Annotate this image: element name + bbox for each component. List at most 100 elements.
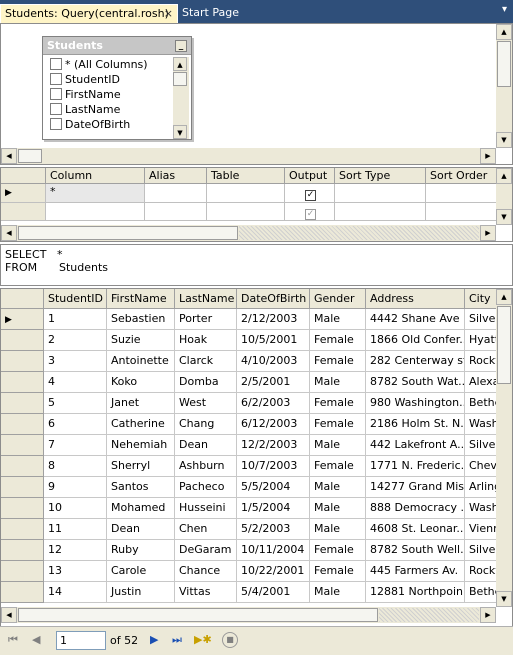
results-cell-address[interactable]: 8782 South Wat... xyxy=(366,372,465,393)
results-cell-address[interactable]: 445 Farmers Av. xyxy=(366,561,465,582)
results-cell-studentid[interactable]: 12 xyxy=(44,540,107,561)
results-cell-lastname[interactable]: Husseini xyxy=(175,498,237,519)
results-cell-lastname[interactable]: Hoak xyxy=(175,330,237,351)
results-cell-firstname[interactable]: Suzie xyxy=(107,330,175,351)
results-cell-firstname[interactable]: Janet xyxy=(107,393,175,414)
results-cell-address[interactable]: 442 Lakefront A... xyxy=(366,435,465,456)
checkbox-icon[interactable] xyxy=(50,88,62,100)
results-header-gender[interactable]: Gender xyxy=(310,289,366,309)
current-page-input[interactable]: 1 xyxy=(56,631,106,650)
results-cell-address[interactable]: 8782 South Well... xyxy=(366,540,465,561)
tab-start-page[interactable]: Start Page xyxy=(182,4,239,23)
row-selector[interactable] xyxy=(1,561,44,582)
results-cell-lastname[interactable]: Pacheco xyxy=(175,477,237,498)
results-cell-studentid[interactable]: 8 xyxy=(44,456,107,477)
results-cell-lastname[interactable]: Ashburn xyxy=(175,456,237,477)
criteria-hscroll[interactable]: ◀ ▶ xyxy=(1,225,496,241)
scroll-track[interactable] xyxy=(379,608,479,622)
results-cell-gender[interactable]: Male xyxy=(310,477,366,498)
scroll-track[interactable] xyxy=(239,226,479,240)
criteria-pane[interactable]: Column Alias Table Output Sort Type Sort… xyxy=(0,167,513,242)
row-selector[interactable] xyxy=(1,372,44,393)
scroll-thumb[interactable] xyxy=(173,72,187,86)
results-cell-lastname[interactable]: Chang xyxy=(175,414,237,435)
diagram-pane[interactable]: Students _ * (All Columns) StudentID Fir… xyxy=(0,23,513,165)
criteria-cell-sort-type[interactable] xyxy=(335,184,426,203)
checkbox-icon[interactable] xyxy=(50,103,62,115)
row-selector[interactable] xyxy=(1,582,44,603)
tab-list-dropdown-icon[interactable]: ▾ xyxy=(502,4,507,15)
stop-icon[interactable]: ■ xyxy=(222,632,238,648)
row-selector[interactable] xyxy=(1,393,44,414)
results-cell-dateofbirth[interactable]: 5/2/2003 xyxy=(237,519,310,540)
results-cell-dateofbirth[interactable]: 6/2/2003 xyxy=(237,393,310,414)
results-cell-dateofbirth[interactable]: 10/11/2004 xyxy=(237,540,310,561)
results-cell-firstname[interactable]: Justin xyxy=(107,582,175,603)
scroll-right-icon[interactable]: ▶ xyxy=(480,607,496,623)
results-cell-address[interactable]: 1771 N. Frederic... xyxy=(366,456,465,477)
results-header-address[interactable]: Address xyxy=(366,289,465,309)
row-selector[interactable] xyxy=(1,330,44,351)
results-cell-gender[interactable]: Female xyxy=(310,414,366,435)
results-cell-studentid[interactable]: 10 xyxy=(44,498,107,519)
criteria-cell-sort-type[interactable] xyxy=(335,203,426,221)
new-record-icon[interactable]: ▶✱ xyxy=(194,633,212,646)
close-icon[interactable]: × xyxy=(164,5,173,23)
criteria-cell-sort-order[interactable] xyxy=(426,203,498,221)
results-cell-address[interactable]: 1866 Old Confer... xyxy=(366,330,465,351)
results-cell-gender[interactable]: Female xyxy=(310,540,366,561)
results-cell-gender[interactable]: Male xyxy=(310,372,366,393)
results-cell-firstname[interactable]: Mohamed xyxy=(107,498,175,519)
results-cell-lastname[interactable]: Chen xyxy=(175,519,237,540)
criteria-cell-output[interactable]: ✓ xyxy=(285,203,335,221)
criteria-header-alias[interactable]: Alias xyxy=(145,168,207,184)
results-cell-firstname[interactable]: Carole xyxy=(107,561,175,582)
results-cell-studentid[interactable]: 2 xyxy=(44,330,107,351)
tab-students-query[interactable]: Students: Query(central.rosh) × xyxy=(0,4,178,23)
scroll-up-icon[interactable]: ▲ xyxy=(496,289,512,305)
results-cell-gender[interactable]: Male xyxy=(310,435,366,456)
row-selector[interactable] xyxy=(1,203,46,221)
scroll-thumb[interactable] xyxy=(18,608,378,622)
results-header-lastname[interactable]: LastName xyxy=(175,289,237,309)
row-selector[interactable] xyxy=(1,540,44,561)
results-cell-firstname[interactable]: Santos xyxy=(107,477,175,498)
results-pane[interactable]: StudentID FirstName LastName DateOfBirth Gen… xyxy=(0,288,513,655)
row-selector-current[interactable]: ▶ xyxy=(1,184,46,203)
criteria-cell-sort-order[interactable] xyxy=(426,184,498,203)
results-cell-firstname[interactable]: Koko xyxy=(107,372,175,393)
output-checkbox[interactable]: ✓ xyxy=(305,190,316,201)
criteria-cell-table[interactable] xyxy=(207,184,285,203)
results-cell-dateofbirth[interactable]: 10/5/2001 xyxy=(237,330,310,351)
scroll-thumb[interactable] xyxy=(497,41,511,87)
results-cell-firstname[interactable]: Sherryl xyxy=(107,456,175,477)
diagram-hscroll[interactable]: ◀ ▶ xyxy=(1,148,496,164)
scroll-down-icon[interactable]: ▼ xyxy=(173,125,187,139)
criteria-header-sort-type[interactable]: Sort Type xyxy=(335,168,426,184)
scroll-thumb[interactable] xyxy=(18,226,238,240)
results-cell-dateofbirth[interactable]: 2/12/2003 xyxy=(237,309,310,330)
results-cell-dateofbirth[interactable]: 5/4/2001 xyxy=(237,582,310,603)
results-cell-gender[interactable]: Male xyxy=(310,309,366,330)
column-item-studentid[interactable]: StudentID xyxy=(45,72,173,87)
row-selector[interactable] xyxy=(1,519,44,540)
results-header-dateofbirth[interactable]: DateOfBirth xyxy=(237,289,310,309)
results-cell-address[interactable]: 14277 Grand Mis... xyxy=(366,477,465,498)
next-record-icon[interactable]: ▶ xyxy=(150,633,158,646)
scroll-down-icon[interactable]: ▼ xyxy=(496,591,512,607)
criteria-cell-table[interactable] xyxy=(207,203,285,221)
results-cell-address[interactable]: 4608 St. Leonar... xyxy=(366,519,465,540)
results-cell-lastname[interactable]: Vittas xyxy=(175,582,237,603)
criteria-header-output[interactable]: Output xyxy=(285,168,335,184)
results-cell-studentid[interactable]: 3 xyxy=(44,351,107,372)
results-cell-studentid[interactable]: 4 xyxy=(44,372,107,393)
scroll-left-icon[interactable]: ◀ xyxy=(1,607,17,623)
table-box-vscroll[interactable]: ▲ ▼ xyxy=(173,57,189,139)
column-item-firstname[interactable]: FirstName xyxy=(45,87,173,102)
results-cell-lastname[interactable]: West xyxy=(175,393,237,414)
results-hscroll[interactable]: ◀ ▶ xyxy=(1,607,496,623)
results-cell-gender[interactable]: Female xyxy=(310,456,366,477)
results-cell-gender[interactable]: Female xyxy=(310,393,366,414)
output-checkbox[interactable]: ✓ xyxy=(305,209,316,220)
results-cell-firstname[interactable]: Catherine xyxy=(107,414,175,435)
